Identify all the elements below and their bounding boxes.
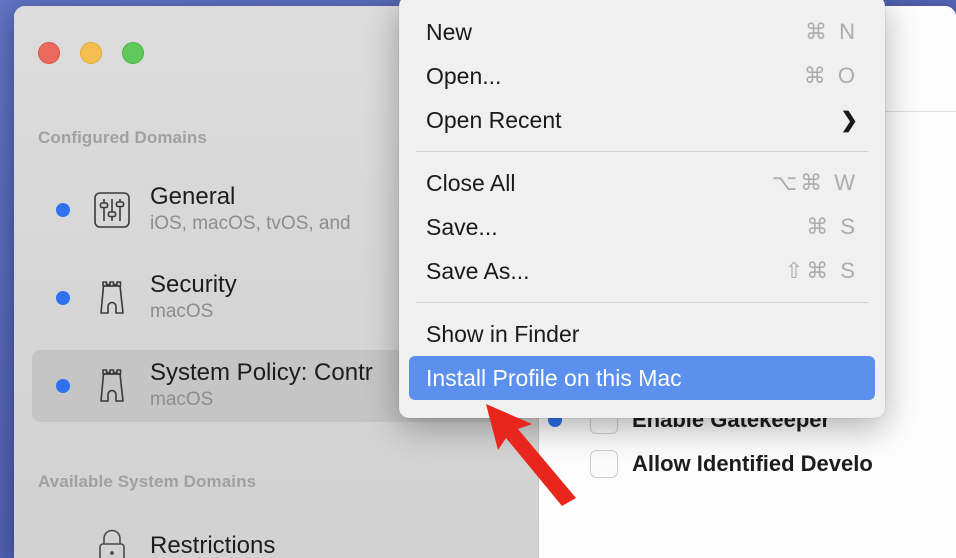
menu-item-label: Close All bbox=[426, 169, 516, 196]
sidebar-item-text: General iOS, macOS, tvOS, and bbox=[150, 184, 351, 236]
checkbox-row-allow-identified-developers[interactable]: Allow Identified Develo bbox=[590, 450, 873, 478]
sidebar-item-text: System Policy: Contr macOS bbox=[150, 360, 373, 412]
sidebar-item-text: Restrictions bbox=[150, 533, 275, 558]
menu-item-shortcut: ⌘ N bbox=[805, 19, 858, 44]
menu-item-open-recent[interactable]: Open Recent ❯ bbox=[409, 98, 875, 142]
section-header-available-system-domains: Available System Domains bbox=[38, 472, 257, 491]
lock-icon bbox=[88, 522, 136, 558]
file-dropdown-menu[interactable]: New ⌘ N Open... ⌘ O Open Recent ❯ Close … bbox=[399, 0, 885, 418]
sidebar-item-title: System Policy: Contr bbox=[150, 360, 373, 387]
status-dot bbox=[56, 291, 70, 305]
menu-item-shortcut: ⌘ S bbox=[806, 214, 858, 239]
menu-item-label: Show in Finder bbox=[426, 320, 580, 347]
menu-item-label: New bbox=[426, 18, 473, 45]
menu-item-close-all[interactable]: Close All ⌥⌘ W bbox=[409, 161, 875, 205]
menu-item-save[interactable]: Save... ⌘ S bbox=[409, 205, 875, 249]
menu-item-shortcut: ⌘ O bbox=[803, 63, 858, 88]
menu-separator bbox=[416, 302, 868, 303]
menu-item-show-in-finder[interactable]: Show in Finder bbox=[409, 312, 875, 356]
allow-identified-developers-label: Allow Identified Develo bbox=[632, 451, 873, 476]
minimize-button[interactable] bbox=[80, 42, 102, 64]
menu-item-label: Open Recent bbox=[426, 106, 562, 133]
menu-item-install-profile-on-this-mac[interactable]: Install Profile on this Mac bbox=[409, 356, 875, 400]
menu-item-shortcut: ⇧⌘ S bbox=[784, 258, 858, 283]
castle-icon bbox=[88, 274, 136, 322]
close-button[interactable] bbox=[38, 42, 60, 64]
sidebar-item-title: General bbox=[150, 184, 236, 211]
menu-item-label: Install Profile on this Mac bbox=[426, 364, 682, 391]
menu-item-label: Save... bbox=[426, 213, 498, 240]
sidebar-item-subtitle: macOS bbox=[150, 301, 214, 323]
allow-identified-developers-checkbox[interactable] bbox=[590, 450, 618, 478]
sliders-icon bbox=[88, 186, 136, 234]
menu-item-label: Open... bbox=[426, 62, 502, 89]
menu-item-label: Save As... bbox=[426, 257, 530, 284]
window-traffic-lights bbox=[38, 42, 144, 64]
sidebar-item-restrictions[interactable]: Restrictions bbox=[32, 510, 524, 558]
status-dot bbox=[56, 379, 70, 393]
chevron-right-icon: ❯ bbox=[840, 108, 858, 132]
menu-item-shortcut: ⌥⌘ W bbox=[771, 170, 858, 195]
menu-separator bbox=[416, 151, 868, 152]
menu-item-new[interactable]: New ⌘ N bbox=[409, 10, 875, 54]
castle-icon bbox=[88, 362, 136, 410]
sidebar-item-subtitle: macOS bbox=[150, 389, 214, 411]
sidebar-item-title: Restrictions bbox=[150, 532, 276, 558]
section-header-configured-domains: Configured Domains bbox=[38, 128, 207, 147]
sidebar-item-subtitle: iOS, macOS, tvOS, and bbox=[150, 213, 351, 235]
menu-item-save-as[interactable]: Save As... ⇧⌘ S bbox=[409, 249, 875, 293]
zoom-button[interactable] bbox=[122, 42, 144, 64]
menu-item-open[interactable]: Open... ⌘ O bbox=[409, 54, 875, 98]
sidebar-item-title: Security bbox=[150, 272, 237, 299]
status-dot bbox=[56, 203, 70, 217]
sidebar-item-text: Security macOS bbox=[150, 272, 237, 324]
